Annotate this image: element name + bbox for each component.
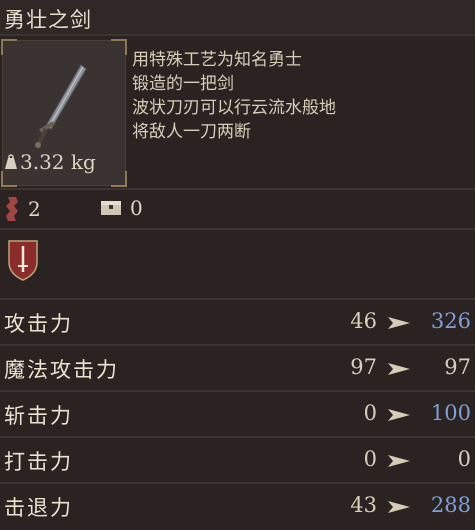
- arrow-right-icon: [388, 409, 410, 421]
- stats-table: 攻击力 46 326 魔法攻击力 97 97 斩击力 0 100 打击力 0 0…: [0, 298, 475, 528]
- stat-new-value: 97: [444, 355, 471, 379]
- description-line: 波状刀刃可以行云流水般地: [132, 98, 336, 118]
- whetstone-icon: [6, 197, 18, 221]
- stat-label: 魔法攻击力: [4, 358, 119, 382]
- weight-display: 3.32 kg: [4, 150, 96, 174]
- stat-label: 攻击力: [4, 312, 73, 336]
- frame-corner: [1, 39, 17, 55]
- socket-slot: 0: [100, 196, 143, 220]
- description-line: 锻造的一把剑: [132, 74, 234, 94]
- stat-new-value: 326: [430, 309, 471, 333]
- item-title: 勇壮之剑: [4, 8, 92, 32]
- frame-corner: [111, 171, 127, 187]
- stat-new-value: 288: [430, 493, 471, 517]
- stat-row-strike: 打击力 0 0: [0, 436, 475, 482]
- upgrade-slot: 2: [4, 196, 41, 222]
- stat-current-value: 0: [363, 447, 377, 471]
- stat-current-value: 43: [350, 493, 377, 517]
- upgrade-count: 2: [28, 197, 41, 221]
- stat-current-value: 97: [350, 355, 377, 379]
- title-bar: 勇壮之剑: [0, 0, 475, 34]
- stat-row-magic-attack: 魔法攻击力 97 97: [0, 344, 475, 390]
- divider: [0, 188, 475, 190]
- stat-label: 打击力: [4, 450, 73, 474]
- chest-icon: [101, 201, 121, 215]
- arrow-right-icon: [388, 501, 410, 513]
- arrow-right-icon: [388, 317, 410, 329]
- stat-label: 击退力: [4, 496, 73, 520]
- item-description: 用特殊工艺为知名勇士 锻造的一把剑 波状刀刃可以行云流水般地 将敌人一刀两断: [132, 48, 462, 144]
- arrow-right-icon: [388, 455, 410, 467]
- frame-corner: [111, 39, 127, 55]
- description-line: 用特殊工艺为知名勇士: [132, 50, 302, 70]
- stat-new-value: 100: [430, 401, 471, 425]
- arrow-right-icon: [388, 363, 410, 375]
- weight-icon: [5, 154, 17, 169]
- stat-row-knockback: 击退力 43 288: [0, 482, 475, 528]
- stat-current-value: 46: [350, 309, 377, 333]
- divider: [0, 34, 475, 36]
- divider: [0, 228, 475, 230]
- stat-row-attack: 攻击力 46 326: [0, 298, 475, 344]
- description-line: 将敌人一刀两断: [132, 122, 251, 142]
- stat-current-value: 0: [363, 401, 377, 425]
- stat-new-value: 0: [457, 447, 471, 471]
- socket-count: 0: [130, 196, 143, 220]
- weight-value: 3.32 kg: [20, 150, 96, 174]
- sword-icon: [35, 64, 87, 148]
- slot-row: 2 0: [0, 192, 475, 228]
- stat-label: 斩击力: [4, 404, 73, 428]
- stat-row-slash: 斩击力 0 100: [0, 390, 475, 436]
- sword-shield-icon: [8, 240, 38, 281]
